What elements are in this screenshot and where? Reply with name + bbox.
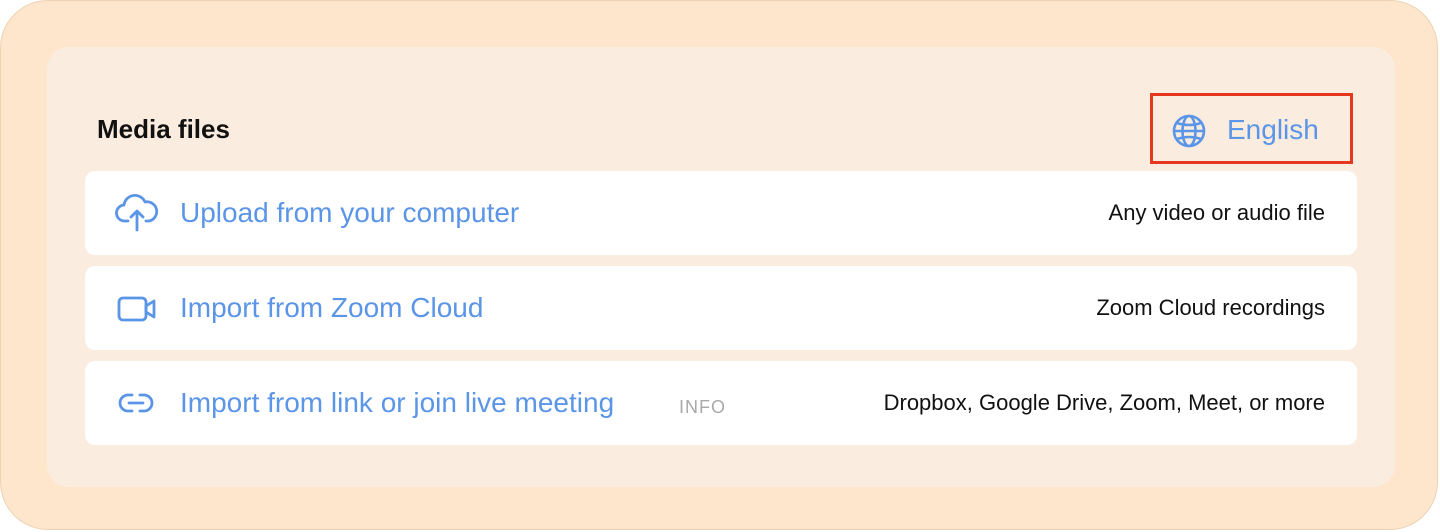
- zoom-option-description: Zoom Cloud recordings: [1096, 295, 1325, 320]
- upload-option-label: Upload from your computer: [180, 197, 520, 228]
- upload-from-computer-option[interactable]: Upload from your computer Any video or a…: [85, 171, 1357, 255]
- video-camera-icon: [117, 296, 156, 322]
- import-from-link-option[interactable]: Import from link or join live meeting IN…: [85, 361, 1357, 445]
- media-files-panel: Media files English Upload from your com…: [47, 47, 1395, 487]
- language-label: English: [1227, 114, 1319, 145]
- panel-header: Media files English: [47, 47, 1395, 171]
- link-option-description: Dropbox, Google Drive, Zoom, Meet, or mo…: [883, 390, 1325, 415]
- info-badge[interactable]: INFO: [679, 396, 726, 418]
- outer-frame: Media files English Upload from your com…: [0, 0, 1438, 530]
- panel-title: Media files: [97, 114, 230, 144]
- upload-option-description: Any video or audio file: [1108, 200, 1325, 225]
- zoom-option-label: Import from Zoom Cloud: [180, 292, 484, 323]
- cloud-upload-icon: [115, 193, 159, 232]
- globe-icon: [1172, 114, 1206, 148]
- link-option-label: Import from link or join live meeting: [180, 387, 615, 418]
- language-selector-button[interactable]: English: [1150, 93, 1353, 164]
- import-zoom-cloud-option[interactable]: Import from Zoom Cloud Zoom Cloud record…: [85, 266, 1357, 350]
- link-icon: [118, 393, 154, 413]
